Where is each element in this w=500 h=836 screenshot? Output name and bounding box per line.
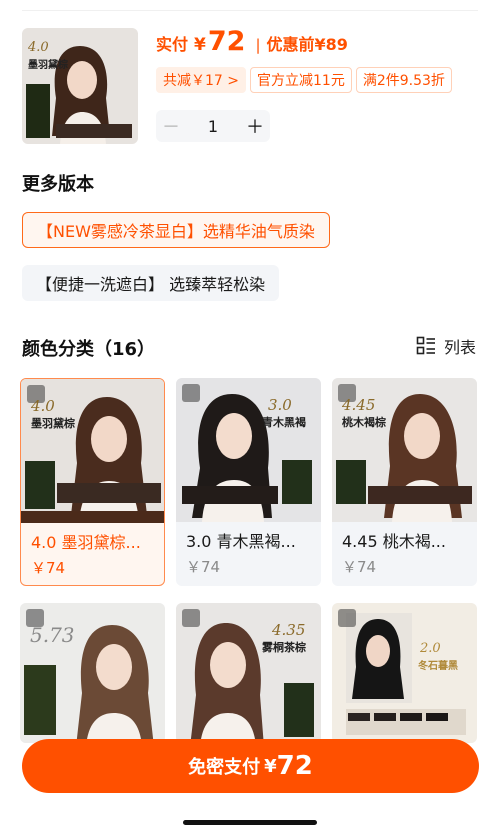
color-option-price: ￥74 bbox=[31, 559, 66, 577]
divider bbox=[22, 10, 478, 11]
color-option-card[interactable]: 2.0 冬石暮黑 bbox=[332, 603, 477, 743]
expand-icon[interactable] bbox=[182, 384, 200, 402]
color-badge: 5.73 bbox=[30, 623, 75, 647]
price-row: 实付 ¥72 | 优惠前 ¥89 bbox=[156, 26, 348, 66]
multi-buy-discount-chip: 满2件9.53折 bbox=[355, 67, 452, 93]
pay-button-label: 免密支付 bbox=[188, 757, 261, 778]
color-option-card[interactable]: 4.35 雾桐茶棕 bbox=[176, 603, 321, 743]
version-option-quick[interactable]: 【便捷一洗遮白】 选臻萃轻松染 bbox=[22, 265, 280, 301]
color-badge-title: 墨羽黛棕 bbox=[31, 417, 75, 430]
quantity-value[interactable]: 1 bbox=[186, 117, 240, 136]
thumb-badge: 4.0 bbox=[28, 40, 49, 55]
color-option-card[interactable]: 4.0 墨羽黛棕 4.0 墨羽黛棕... ￥74 bbox=[20, 378, 165, 586]
quantity-stepper: － 1 ＋ bbox=[156, 110, 270, 142]
color-option-price: ￥74 bbox=[342, 558, 377, 576]
pay-amount: ¥72 bbox=[194, 26, 246, 57]
thumb-title: 墨羽黛棕 bbox=[28, 60, 68, 71]
official-discount-chip: 官方立减11元 bbox=[250, 67, 352, 93]
more-versions-title: 更多版本 bbox=[22, 174, 94, 195]
color-option-name: 4.0 墨羽黛棕... bbox=[31, 533, 141, 552]
color-badge: 4.45 bbox=[342, 396, 376, 414]
color-badge-title: 冬石暮黑 bbox=[418, 661, 458, 672]
list-view-label: 列表 bbox=[443, 338, 476, 357]
discount-detail-chip[interactable]: 共减￥17 > bbox=[156, 67, 246, 93]
color-badge: 2.0 bbox=[420, 641, 441, 656]
password-free-pay-button[interactable]: 免密支付 ¥ 72 bbox=[22, 739, 479, 793]
pay-button-amount: 72 bbox=[276, 751, 313, 781]
original-price-label: 优惠前 bbox=[266, 35, 315, 54]
color-badge-title: 雾桐茶棕 bbox=[262, 641, 306, 654]
version-option-new[interactable]: 【NEW雾感冷茶显白】选精华油气质染 bbox=[22, 212, 330, 248]
color-badge-title: 青木黑褐 bbox=[262, 416, 306, 429]
color-option-card[interactable]: 5.73 bbox=[20, 603, 165, 743]
home-indicator bbox=[183, 820, 317, 825]
expand-icon[interactable] bbox=[182, 609, 200, 627]
color-option-card[interactable]: 4.45 桃木褐棕 4.45 桃木褐... ￥74 bbox=[332, 378, 477, 586]
product-thumbnail[interactable]: 4.0 墨羽黛棕 bbox=[22, 28, 138, 144]
color-badge: 4.35 bbox=[272, 621, 306, 639]
pay-button-currency: ¥ bbox=[264, 755, 277, 777]
color-badge-title: 桃木褐棕 bbox=[342, 416, 386, 429]
pay-label: 实付 bbox=[156, 35, 189, 54]
promo-row: 共减￥17 > 官方立减11元 满2件9.53折 bbox=[156, 67, 452, 93]
color-option-card[interactable]: 3.0 青木黑褐 3.0 青木黑褐... ￥74 bbox=[176, 378, 321, 586]
original-price: ¥89 bbox=[314, 35, 348, 54]
decrease-button[interactable]: － bbox=[156, 113, 186, 139]
color-badge: 4.0 bbox=[31, 397, 55, 415]
expand-icon[interactable] bbox=[338, 609, 356, 627]
list-view-icon bbox=[416, 336, 435, 355]
color-badge: 3.0 bbox=[268, 396, 292, 414]
color-option-price: ￥74 bbox=[186, 558, 221, 576]
color-option-name: 3.0 青木黑褐... bbox=[186, 532, 296, 551]
color-category-title: 颜色分类（16） bbox=[22, 339, 156, 360]
increase-button[interactable]: ＋ bbox=[240, 113, 270, 139]
color-option-name: 4.45 桃木褐... bbox=[342, 532, 446, 551]
list-view-toggle[interactable]: 列表 bbox=[416, 334, 476, 358]
price-separator: | bbox=[255, 36, 261, 54]
